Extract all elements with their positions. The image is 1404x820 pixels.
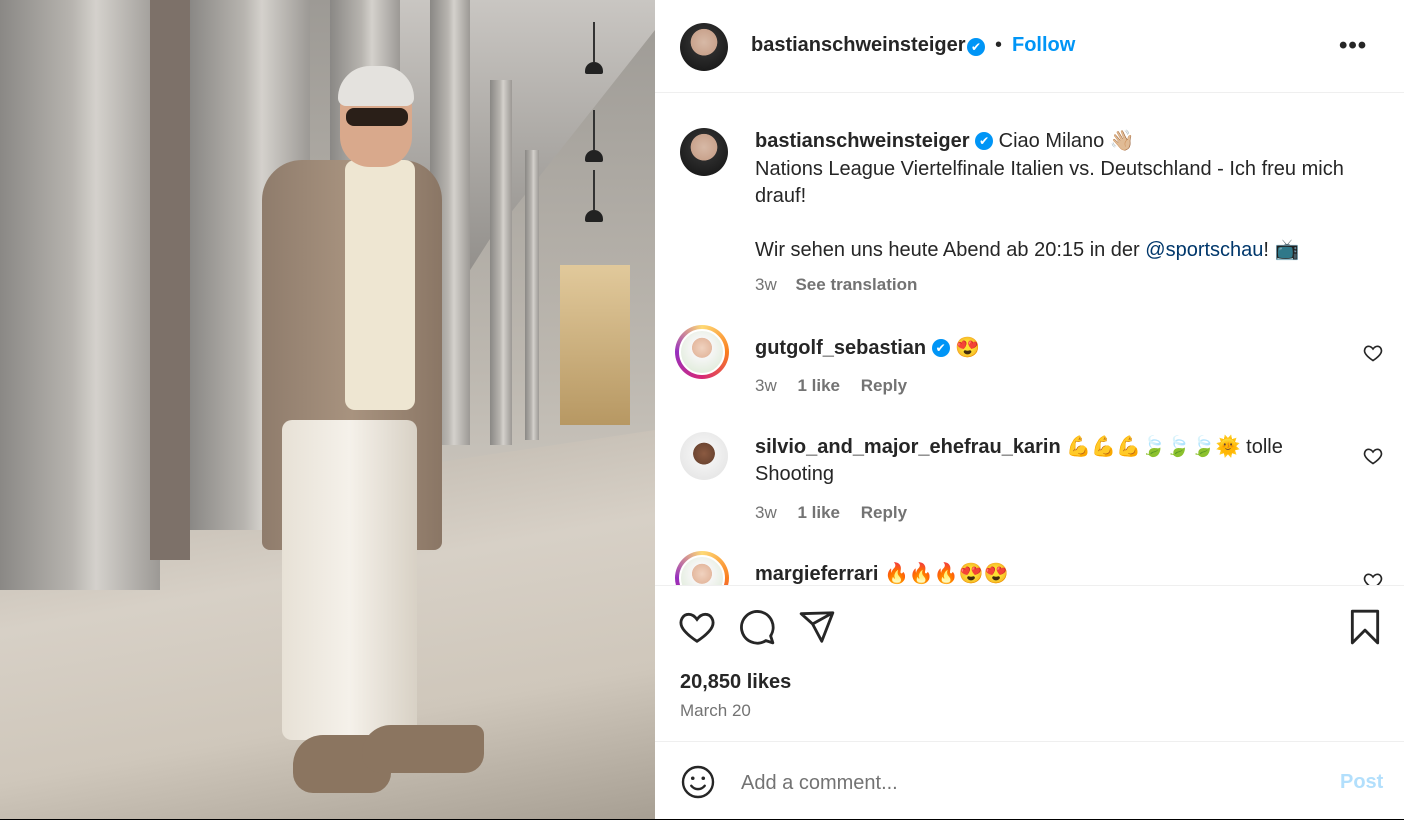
post-header: bastianschweinsteiger ✔ • Follow ••• xyxy=(655,0,1404,93)
comment-meta: 3w 1 like Reply xyxy=(755,376,923,396)
comment-likes[interactable]: 1 like xyxy=(797,503,840,522)
smiley-icon[interactable] xyxy=(680,764,716,800)
bookmark-icon[interactable] xyxy=(1346,608,1384,646)
post-date[interactable]: March 20 xyxy=(680,701,751,721)
photo-lamp xyxy=(585,110,603,162)
verified-icon: ✔ xyxy=(967,38,985,56)
photo-person-shoe xyxy=(362,725,484,773)
commenter-avatar[interactable] xyxy=(680,432,728,480)
comment-time[interactable]: 3w xyxy=(755,376,777,395)
speech-bubble-icon[interactable] xyxy=(738,608,776,646)
comment-heart-icon[interactable] xyxy=(1363,343,1383,363)
commenter-avatar[interactable] xyxy=(679,329,725,375)
photo-column xyxy=(0,0,160,590)
photo-column xyxy=(525,150,539,440)
post-photo[interactable] xyxy=(0,0,655,819)
photo-person-sweater xyxy=(345,160,415,410)
commenter-username[interactable]: margieferrari xyxy=(755,563,878,585)
post-actions: 20,850 likes March 20 xyxy=(655,585,1404,742)
reply-button[interactable]: Reply xyxy=(861,503,907,522)
paper-plane-icon[interactable] xyxy=(798,608,836,646)
mention-link[interactable]: @sportschau xyxy=(1145,239,1263,261)
comment-body: margieferrari 🔥🔥🔥😍😍 xyxy=(755,561,1325,585)
verified-icon: ✔ xyxy=(975,132,994,150)
post-comment-button[interactable]: Post xyxy=(1340,771,1383,794)
caption-username[interactable]: bastianschweinsteiger xyxy=(755,130,970,152)
more-options-icon[interactable]: ••• xyxy=(1339,32,1367,60)
caption-line3-prefix: Wir sehen uns heute Abend ab 20:15 in de… xyxy=(755,239,1146,261)
story-ring[interactable] xyxy=(675,325,729,379)
comment-likes[interactable]: 1 like xyxy=(797,376,840,395)
caption-time[interactable]: 3w xyxy=(755,275,777,294)
caption-line3: Wir sehen uns heute Abend ab 20:15 in de… xyxy=(755,237,1375,264)
caption-line2: Nations League Viertelfinale Italien vs.… xyxy=(755,158,1344,207)
caption-first-line: bastianschweinsteiger ✔ Ciao Milano 👋🏼 xyxy=(755,128,1375,155)
comment-heart-icon[interactable] xyxy=(1363,446,1383,466)
photo-person-sunglasses xyxy=(346,108,408,126)
see-translation-button[interactable]: See translation xyxy=(795,275,917,294)
comment-composer: Post xyxy=(655,741,1404,820)
comment-heart-icon[interactable] xyxy=(1363,571,1383,585)
photo-person-pants xyxy=(282,420,417,740)
follow-button[interactable]: Follow xyxy=(1012,34,1075,57)
caption-meta: 3w See translation xyxy=(755,275,917,295)
photo-arch xyxy=(560,265,630,425)
comment-text: 🔥🔥🔥😍😍 xyxy=(883,563,1009,585)
photo-lamp xyxy=(585,170,603,222)
comment-meta: 3w 1 like Reply xyxy=(755,503,923,523)
caption-line1: Ciao Milano 👋🏼 xyxy=(998,130,1135,152)
separator-dot: • xyxy=(995,34,1003,56)
photo-lamp xyxy=(585,22,603,74)
author-avatar[interactable] xyxy=(680,23,728,71)
author-username[interactable]: bastianschweinsteiger xyxy=(751,34,966,57)
caption-avatar[interactable] xyxy=(680,128,728,176)
comment-text: 😍 xyxy=(955,337,981,359)
commenter-avatar[interactable] xyxy=(679,555,725,585)
caption-line3-suffix: ! 📺 xyxy=(1263,239,1300,261)
photo-column xyxy=(490,80,512,445)
comment-time[interactable]: 3w xyxy=(755,503,777,522)
likes-count[interactable]: 20,850 likes xyxy=(680,671,791,694)
post-modal: bastianschweinsteiger ✔ • Follow ••• bas… xyxy=(0,0,1404,819)
comment-input[interactable] xyxy=(739,766,1303,800)
comment-body: gutgolf_sebastian ✔ 😍 xyxy=(755,335,1325,362)
photo-column xyxy=(150,0,190,560)
story-ring[interactable] xyxy=(675,551,729,585)
verified-icon: ✔ xyxy=(931,339,950,357)
commenter-username[interactable]: gutgolf_sebastian xyxy=(755,337,926,359)
comments-list[interactable]: bastianschweinsteiger ✔ Ciao Milano 👋🏼 N… xyxy=(655,93,1404,585)
reply-button[interactable]: Reply xyxy=(861,376,907,395)
post-panel: bastianschweinsteiger ✔ • Follow ••• bas… xyxy=(655,0,1404,819)
heart-icon[interactable] xyxy=(678,608,716,646)
commenter-username[interactable]: silvio_and_major_ehefrau_karin xyxy=(755,436,1061,458)
comment-body: silvio_and_major_ehefrau_karin 💪💪💪🍃🍃🍃🌞 t… xyxy=(755,434,1325,488)
